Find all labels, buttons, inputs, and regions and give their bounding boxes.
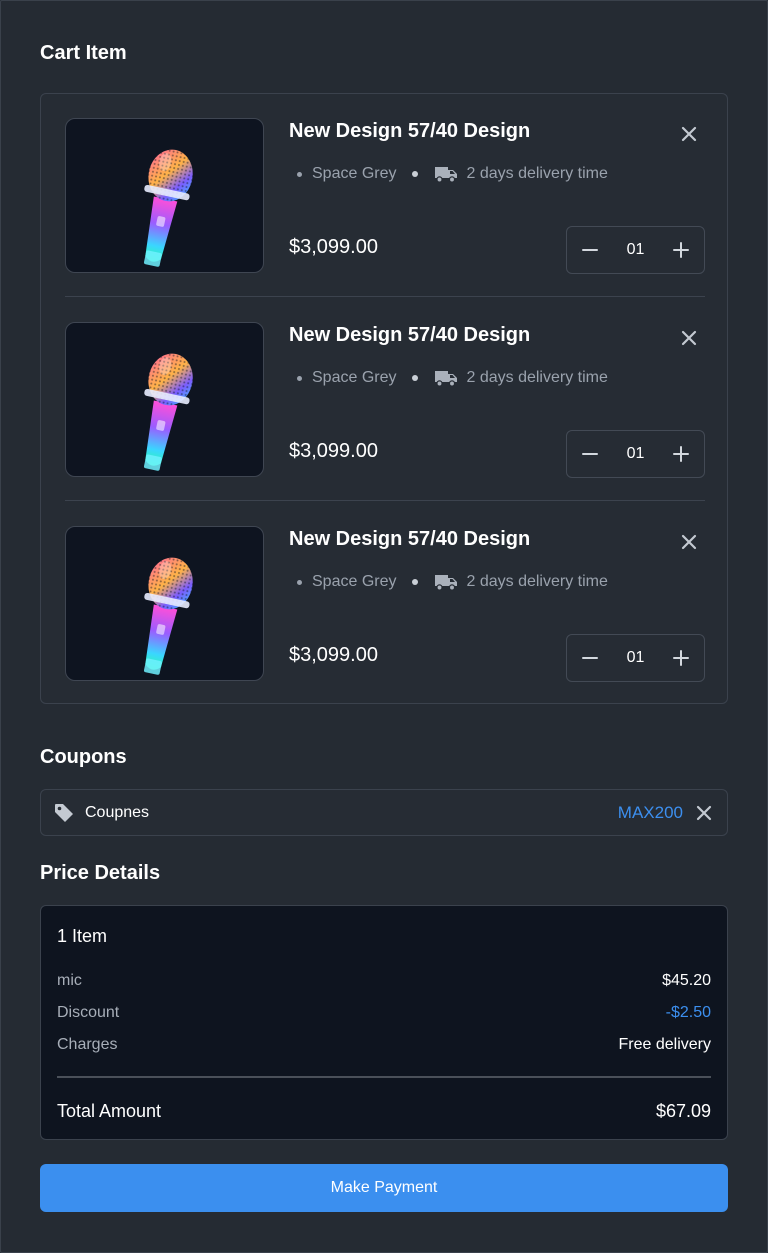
price-row-label: mic — [57, 972, 82, 989]
make-payment-button[interactable]: Make Payment — [40, 1164, 728, 1212]
price-details-panel: 1 Item mic $45.20 Discount -$2.50 Charge… — [40, 905, 728, 1140]
price-row-label: Discount — [57, 1004, 120, 1021]
item-divider — [65, 500, 705, 501]
plus-icon[interactable] — [672, 649, 690, 667]
plus-icon[interactable] — [672, 445, 690, 463]
coupon-code[interactable]: MAX200 — [618, 803, 683, 823]
product-color: Space Grey — [312, 573, 397, 590]
item-count: 1 Item — [57, 926, 108, 946]
price-row-value: Free delivery — [618, 1036, 711, 1053]
product-title[interactable]: New Design 57/40 Design — [289, 120, 530, 143]
product-meta: Space Grey 2 days delivery time — [297, 163, 608, 185]
bullet — [297, 579, 302, 585]
bullet — [412, 171, 419, 177]
delivery-time: 2 days delivery time — [466, 369, 608, 386]
minus-icon[interactable] — [581, 445, 599, 463]
remove-item-icon[interactable] — [677, 530, 701, 554]
price-details-title: Price Details — [40, 862, 161, 884]
remove-item-icon[interactable] — [677, 122, 701, 146]
product-image[interactable] — [65, 322, 264, 477]
clear-coupon-icon[interactable] — [695, 804, 713, 822]
cart-title: Cart Item — [40, 42, 127, 64]
quantity-value: 01 — [626, 445, 645, 462]
microphone-icon — [143, 353, 193, 471]
bullet — [297, 375, 302, 381]
coupon-field[interactable]: Coupnes MAX200 — [40, 789, 728, 836]
delivery-time: 2 days delivery time — [466, 573, 608, 590]
tag-icon — [55, 804, 73, 822]
price-row-value: $45.20 — [662, 972, 711, 989]
product-meta: Space Grey 2 days delivery time — [297, 367, 608, 389]
price-row: mic $45.20 — [57, 972, 711, 992]
cart-item: New Design 57/40 Design Space Grey 2 day… — [65, 526, 705, 682]
microphone-icon — [143, 557, 193, 675]
total-row: Total Amount $67.09 — [57, 1101, 711, 1122]
product-price: $3,099.00 — [289, 440, 378, 462]
product-color: Space Grey — [312, 369, 397, 386]
price-row-label: Charges — [57, 1036, 118, 1053]
plus-icon[interactable] — [672, 241, 690, 259]
delivery-time: 2 days delivery time — [466, 165, 608, 182]
discount-value: -$2.50 — [665, 1004, 711, 1021]
quantity-value: 01 — [626, 241, 645, 258]
truck-icon — [435, 167, 458, 183]
minus-icon[interactable] — [581, 241, 599, 259]
product-meta: Space Grey 2 days delivery time — [297, 571, 608, 593]
discount-row: Discount -$2.50 — [57, 1004, 711, 1024]
product-price: $3,099.00 — [289, 644, 378, 666]
truck-icon — [435, 371, 458, 387]
cart-list: New Design 57/40 Design Space Grey 2 day… — [40, 93, 728, 704]
remove-item-icon[interactable] — [677, 326, 701, 350]
product-price: $3,099.00 — [289, 236, 378, 258]
product-title[interactable]: New Design 57/40 Design — [289, 324, 530, 347]
charges-row: Charges Free delivery — [57, 1036, 711, 1056]
item-divider — [65, 296, 705, 297]
quantity-stepper: 01 — [566, 430, 705, 478]
truck-icon — [435, 575, 458, 591]
quantity-stepper: 01 — [566, 634, 705, 682]
quantity-value: 01 — [626, 649, 645, 666]
divider — [57, 1076, 711, 1078]
product-image[interactable] — [65, 526, 264, 681]
bullet — [412, 375, 419, 381]
quantity-stepper: 01 — [566, 226, 705, 274]
total-value: $67.09 — [655, 1101, 711, 1121]
product-image[interactable] — [65, 118, 264, 273]
total-label: Total Amount — [57, 1101, 162, 1121]
product-title[interactable]: New Design 57/40 Design — [289, 528, 530, 551]
coupon-label: Coupnes — [85, 804, 150, 821]
cart-item: New Design 57/40 Design Space Grey 2 day… — [65, 322, 705, 478]
coupons-title: Coupons — [40, 746, 127, 768]
bullet — [297, 171, 302, 177]
bullet — [412, 579, 419, 585]
microphone-icon — [143, 149, 193, 267]
product-color: Space Grey — [312, 165, 397, 182]
minus-icon[interactable] — [581, 649, 599, 667]
cart-item: New Design 57/40 Design Space Grey 2 day… — [65, 118, 705, 274]
